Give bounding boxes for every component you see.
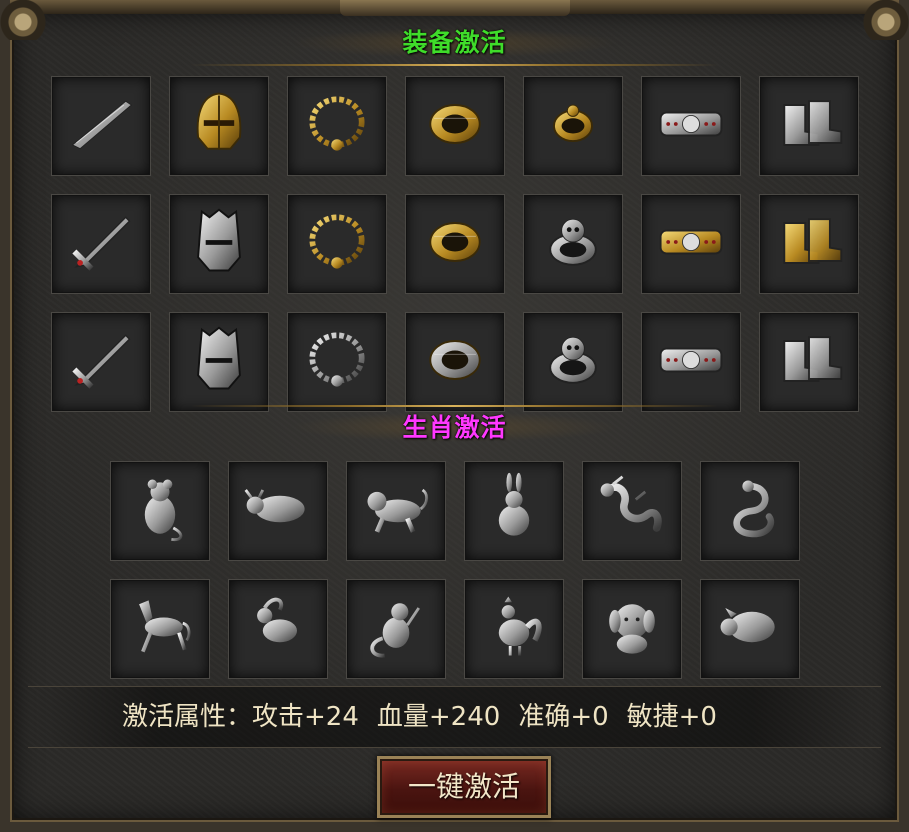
silver-belt-icon xyxy=(653,322,729,402)
dark-helmet-icon xyxy=(181,204,257,284)
equipment-slot[interactable] xyxy=(759,194,859,294)
equipment-slot[interactable] xyxy=(641,194,741,294)
ornate-bracelet-icon xyxy=(417,204,493,284)
equipment-grid xyxy=(51,76,859,412)
gold-boots-icon xyxy=(771,204,847,284)
equipment-slot[interactable] xyxy=(405,312,505,412)
dragon-icon xyxy=(594,471,670,551)
snake-icon xyxy=(712,471,788,551)
attribute-label: 激活属性： xyxy=(122,702,253,732)
horse-icon xyxy=(122,589,198,669)
equipment-slot[interactable] xyxy=(523,76,623,176)
equipment-slot[interactable] xyxy=(759,312,859,412)
silver-sword-icon xyxy=(63,322,139,402)
monkey-icon xyxy=(358,589,434,669)
panel-top-ornament xyxy=(340,0,570,16)
equipment-slot[interactable] xyxy=(405,76,505,176)
tiger-icon xyxy=(358,471,434,551)
equipment-slot[interactable] xyxy=(759,76,859,176)
gold-bracelet-icon xyxy=(417,86,493,166)
silver-helmet-icon xyxy=(181,322,257,402)
rooster-icon xyxy=(476,589,552,669)
zodiac-slot[interactable] xyxy=(700,579,800,679)
zodiac-slot[interactable] xyxy=(346,579,446,679)
attribute-hp: 血量+240 xyxy=(376,702,501,732)
rat-icon xyxy=(122,471,198,551)
dog-icon xyxy=(594,589,670,669)
gold-necklace-icon xyxy=(299,86,375,166)
equipment-slot[interactable] xyxy=(169,312,269,412)
zodiac-section-title: 生肖激活 xyxy=(402,413,507,442)
attribute-text: 激活属性：攻击+24 血量+240 准确+0 敏捷+0 xyxy=(122,697,735,737)
attribute-accuracy: 准确+0 xyxy=(518,702,609,732)
equipment-slot[interactable] xyxy=(523,194,623,294)
zodiac-slot[interactable] xyxy=(464,579,564,679)
gold-belt-icon xyxy=(653,204,729,284)
zodiac-slot[interactable] xyxy=(228,461,328,561)
equipment-title-divider xyxy=(190,64,719,66)
attribute-agility: 敏捷+0 xyxy=(626,702,717,732)
equipment-slot[interactable] xyxy=(51,76,151,176)
equipment-slot[interactable] xyxy=(287,312,387,412)
ox-icon xyxy=(240,471,316,551)
silver-ring-icon xyxy=(535,322,611,402)
silver-necklace-icon xyxy=(299,322,375,402)
zodiac-slot[interactable] xyxy=(582,579,682,679)
zodiac-grid xyxy=(110,461,800,679)
zodiac-slot[interactable] xyxy=(110,461,210,561)
zodiac-slot[interactable] xyxy=(228,579,328,679)
equipment-slot[interactable] xyxy=(51,194,151,294)
attribute-bar: 激活属性：攻击+24 血量+240 准确+0 敏捷+0 xyxy=(28,686,881,748)
equipment-slot[interactable] xyxy=(287,76,387,176)
zodiac-slot[interactable] xyxy=(700,461,800,561)
silver-boots-icon xyxy=(771,322,847,402)
equipment-slot[interactable] xyxy=(51,312,151,412)
equipment-slot[interactable] xyxy=(287,194,387,294)
one-click-activate-button[interactable]: 一键激活 xyxy=(377,756,551,818)
skull-ring-icon xyxy=(535,204,611,284)
pig-icon xyxy=(712,589,788,669)
zodiac-slot[interactable] xyxy=(346,461,446,561)
activation-panel: 装备激活 生肖激活 激活属性：攻击+24 血量+240 准确+0 敏捷+0 一键激活 xyxy=(0,0,909,832)
equipment-slot[interactable] xyxy=(641,76,741,176)
studded-belt-icon xyxy=(653,86,729,166)
gold-helmet-icon xyxy=(181,86,257,166)
equipment-slot[interactable] xyxy=(641,312,741,412)
zodiac-title-divider-top xyxy=(190,405,719,407)
zodiac-slot[interactable] xyxy=(464,461,564,561)
zodiac-slot[interactable] xyxy=(582,461,682,561)
zodiac-slot[interactable] xyxy=(110,579,210,679)
attribute-attack: 攻击+24 xyxy=(252,702,359,732)
equipment-slot[interactable] xyxy=(169,76,269,176)
gold-ring-icon xyxy=(535,86,611,166)
gold-sword-icon xyxy=(63,204,139,284)
rabbit-icon xyxy=(476,471,552,551)
equipment-slot[interactable] xyxy=(523,312,623,412)
equipment-section-title: 装备激活 xyxy=(402,28,507,57)
silver-boots-icon xyxy=(771,86,847,166)
equipment-slot[interactable] xyxy=(169,194,269,294)
blade-icon xyxy=(63,86,139,166)
goat-icon xyxy=(240,589,316,669)
equipment-slot[interactable] xyxy=(405,194,505,294)
silver-bracelet-icon xyxy=(417,322,493,402)
ornate-necklace-icon xyxy=(299,204,375,284)
